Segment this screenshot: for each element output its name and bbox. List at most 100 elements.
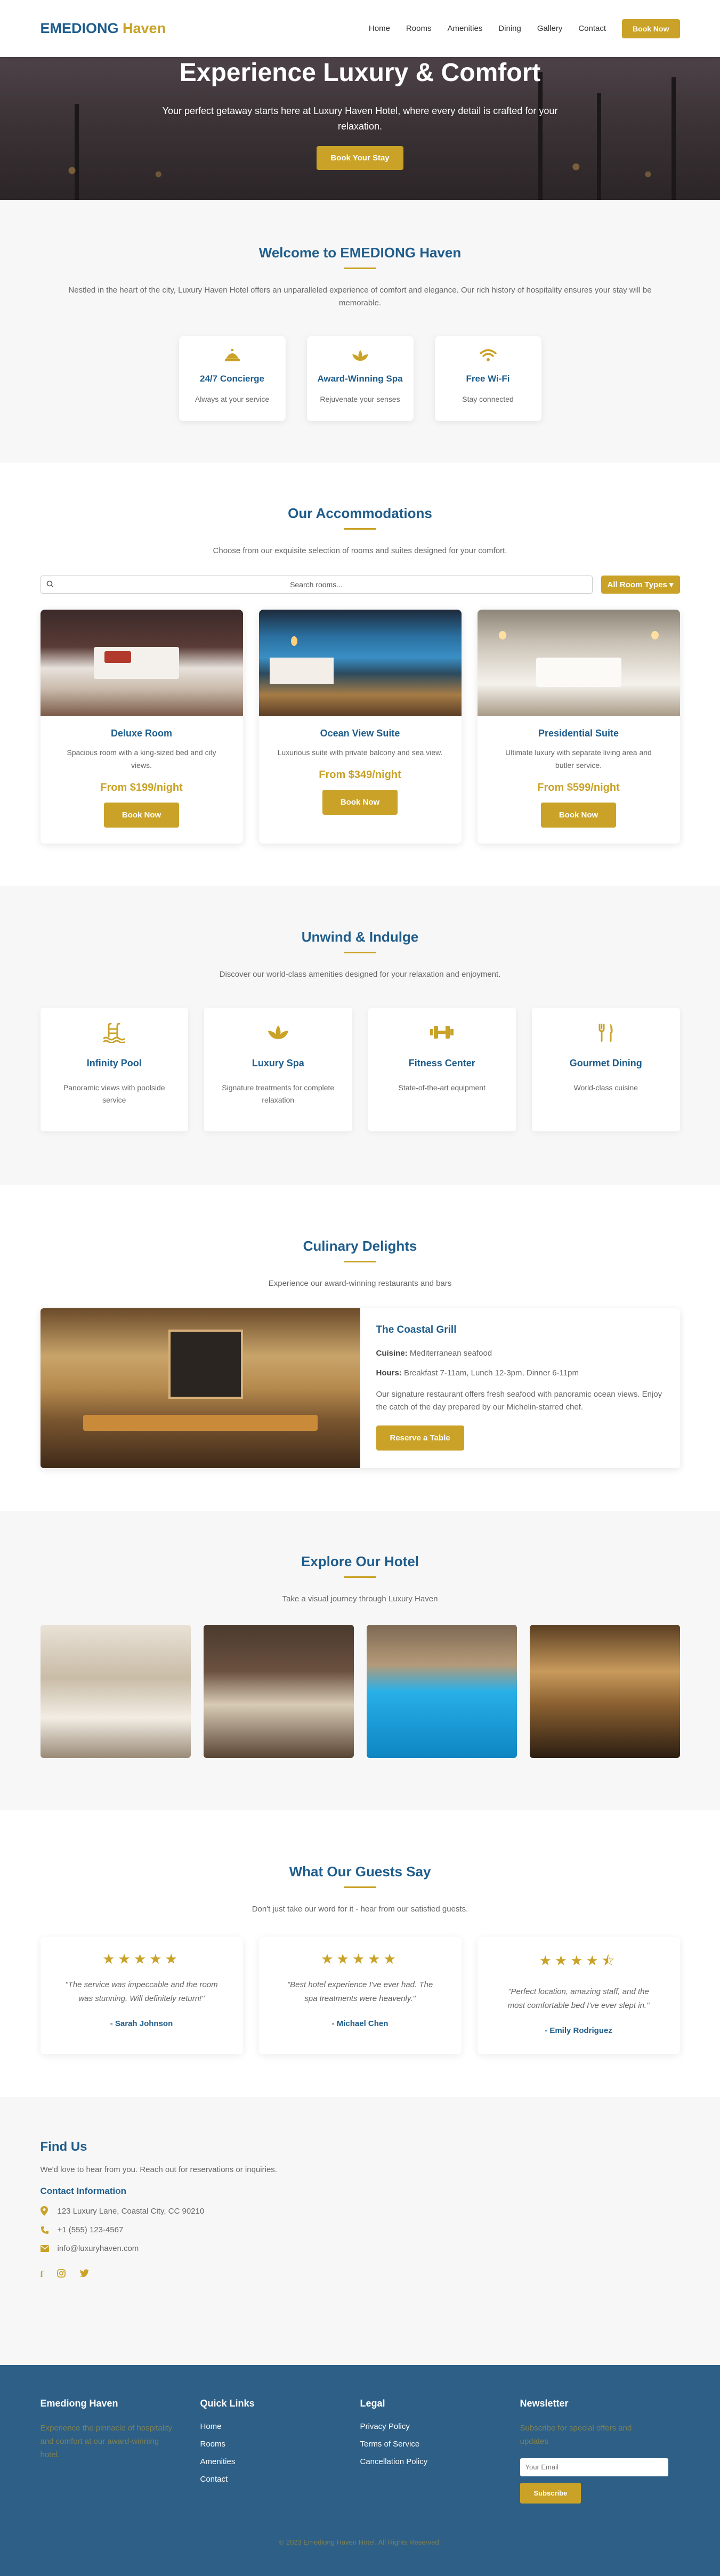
room-card: Deluxe Room Spacious room with a king-si…: [40, 609, 243, 844]
room-card: Ocean View Suite Luxurious suite with pr…: [258, 609, 462, 844]
quick-links-title: Quick Links: [200, 2398, 255, 2409]
hero-book-button[interactable]: Book Your Stay: [317, 145, 403, 170]
cuisine-label: Cuisine:: [376, 1349, 408, 1358]
amenity-title: Infinity Pool: [86, 1057, 142, 1068]
footer-newsletter: Newsletter Subscribe for special offers …: [520, 2398, 680, 2504]
footer-link-privacy[interactable]: Privacy Policy: [360, 2422, 520, 2431]
twitter-icon[interactable]: [79, 2269, 89, 2280]
room-price: From $199/night: [100, 781, 183, 793]
main-menu: Home Rooms Amenities Dining Gallery Cont…: [369, 19, 680, 38]
site-logo[interactable]: EMEDIONG Haven: [41, 20, 166, 37]
subscribe-button[interactable]: Subscribe: [520, 2482, 581, 2504]
footer-legal: Legal Privacy Policy Terms of Service Ca…: [360, 2398, 520, 2504]
feature-card: Award-Winning Spa Rejuvenate your senses: [306, 336, 414, 421]
amenity-card: Luxury Spa Signature treatments for comp…: [204, 1007, 352, 1132]
amenity-title: Gourmet Dining: [569, 1057, 642, 1068]
gallery-subtitle: Take a visual journey through Luxury Hav…: [282, 1594, 438, 1604]
footer-link-amenities[interactable]: Amenities: [200, 2457, 360, 2466]
newsletter-email-input[interactable]: [520, 2458, 668, 2476]
amenity-list: Infinity Pool Panoramic views with pools…: [40, 1007, 680, 1132]
nav-link-gallery[interactable]: Gallery: [537, 24, 563, 33]
feature-title: Free Wi-Fi: [466, 374, 510, 384]
room-book-button[interactable]: Book Now: [103, 802, 180, 828]
map-pin-icon: [40, 2206, 50, 2216]
room-price: From $349/night: [319, 768, 401, 781]
amenity-title: Fitness Center: [408, 1057, 475, 1068]
spa-lotus-icon: [215, 1023, 342, 1045]
gallery-image-lobby[interactable]: [40, 1625, 191, 1759]
restaurant-description: Our signature restaurant offers fresh se…: [376, 1390, 662, 1412]
room-image-ocean-view: [258, 609, 462, 716]
rooms-subtitle: Choose from our exquisite selection of r…: [213, 546, 507, 555]
room-type-dropdown[interactable]: All Room Types ▾: [601, 575, 680, 594]
newsletter-title: Newsletter: [520, 2398, 569, 2409]
nav-link-dining[interactable]: Dining: [498, 24, 521, 33]
footer-brand-text: Experience the pinnacle of hospitality a…: [40, 2424, 173, 2459]
reserve-table-button[interactable]: Reserve a Table: [376, 1425, 464, 1451]
rooms-title: Our Accommodations: [41, 505, 680, 530]
footer-link-cancellation[interactable]: Cancellation Policy: [360, 2457, 520, 2466]
testimonials-section: What Our Guests Say Don't just take our …: [0, 1810, 720, 2097]
room-book-button[interactable]: Book Now: [322, 789, 398, 815]
footer-link-terms[interactable]: Terms of Service: [360, 2440, 520, 2449]
testimonial-quote: "The service was impeccable and the room…: [65, 1980, 218, 2003]
amenities-subtitle: Discover our world-class amenities desig…: [219, 969, 501, 979]
feature-card: Free Wi-Fi Stay connected: [434, 336, 541, 421]
hours-label: Hours:: [376, 1368, 402, 1378]
feature-list: 24/7 Concierge Always at your service Aw…: [41, 336, 680, 421]
room-image-deluxe: [40, 609, 243, 716]
gallery-image-restaurant[interactable]: [529, 1625, 680, 1759]
room-name: Deluxe Room: [110, 727, 173, 739]
concierge-bell-icon: [188, 348, 277, 364]
footer-link-home[interactable]: Home: [200, 2422, 360, 2431]
nav-link-home[interactable]: Home: [369, 24, 390, 33]
restaurant-name: The Coastal Grill: [376, 1324, 457, 1336]
gallery-image-pool[interactable]: [366, 1625, 517, 1759]
wifi-icon: [443, 348, 533, 364]
room-book-button[interactable]: Book Now: [540, 802, 617, 828]
testimonial-card: ★★★★★ "The service was impeccable and th…: [40, 1937, 243, 2055]
phone-text[interactable]: +1 (555) 123-4567: [58, 2225, 124, 2234]
site-footer: Emediong Haven Experience the pinnacle o…: [0, 2365, 720, 2576]
contact-address: 123 Luxury Lane, Coastal City, CC 90210: [40, 2206, 680, 2216]
gallery-image-lounge[interactable]: [203, 1625, 354, 1759]
room-image-presidential: [477, 609, 680, 716]
quick-links-list: Home Rooms Amenities Contact: [200, 2422, 360, 2484]
footer-columns: Emediong Haven Experience the pinnacle o…: [41, 2398, 680, 2504]
fork-knife-icon: [543, 1023, 669, 1045]
testimonials-title: What Our Guests Say: [41, 1864, 680, 1888]
nav-link-amenities[interactable]: Amenities: [447, 24, 482, 33]
footer-link-rooms[interactable]: Rooms: [200, 2440, 360, 2449]
nav-book-button[interactable]: Book Now: [622, 19, 680, 38]
footer-link-contact[interactable]: Contact: [200, 2475, 360, 2484]
instagram-icon[interactable]: [57, 2269, 66, 2280]
amenities-title: Unwind & Indulge: [41, 929, 680, 953]
logo-accent-text: Haven: [123, 20, 166, 36]
nav-link-rooms[interactable]: Rooms: [406, 24, 432, 33]
newsletter-text: Subscribe for special offers and updates: [520, 2424, 632, 2446]
testimonial-author: - Emily Rodriguez: [545, 2026, 612, 2036]
welcome-section: Welcome to EMEDIONG Haven Nestled in the…: [0, 200, 720, 463]
feature-card: 24/7 Concierge Always at your service: [179, 336, 286, 421]
hero-title: Experience Luxury & Comfort: [179, 59, 541, 87]
dining-section: Culinary Delights Experience our award-w…: [0, 1185, 720, 1511]
room-search-input[interactable]: Search rooms...: [40, 575, 593, 594]
amenity-title: Luxury Spa: [252, 1057, 304, 1068]
restaurant-card: The Coastal Grill Cuisine: Mediterranean…: [40, 1308, 680, 1469]
testimonial-quote: "Best hotel experience I've ever had. Th…: [287, 1980, 433, 2003]
contact-email: info@luxuryhaven.com: [40, 2244, 680, 2253]
facebook-icon[interactable]: f: [41, 2269, 44, 2280]
amenity-card: Gourmet Dining World-class cuisine: [532, 1007, 680, 1132]
testimonials-subtitle: Don't just take our word for it - hear f…: [252, 1905, 468, 1914]
footer-quick-links: Quick Links Home Rooms Amenities Contact: [200, 2398, 360, 2504]
footer-brand: Emediong Haven Experience the pinnacle o…: [41, 2398, 200, 2504]
pool-ladder-icon: [51, 1023, 178, 1045]
welcome-title: Welcome to EMEDIONG Haven: [41, 245, 680, 269]
social-links: f: [41, 2269, 680, 2280]
footer-brand-title: Emediong Haven: [40, 2398, 118, 2409]
gallery-grid: [40, 1625, 680, 1759]
contact-section: Find Us We'd love to hear from you. Reac…: [0, 2097, 720, 2366]
legal-title: Legal: [360, 2398, 385, 2409]
email-text[interactable]: info@luxuryhaven.com: [58, 2244, 139, 2253]
nav-link-contact[interactable]: Contact: [578, 24, 606, 33]
